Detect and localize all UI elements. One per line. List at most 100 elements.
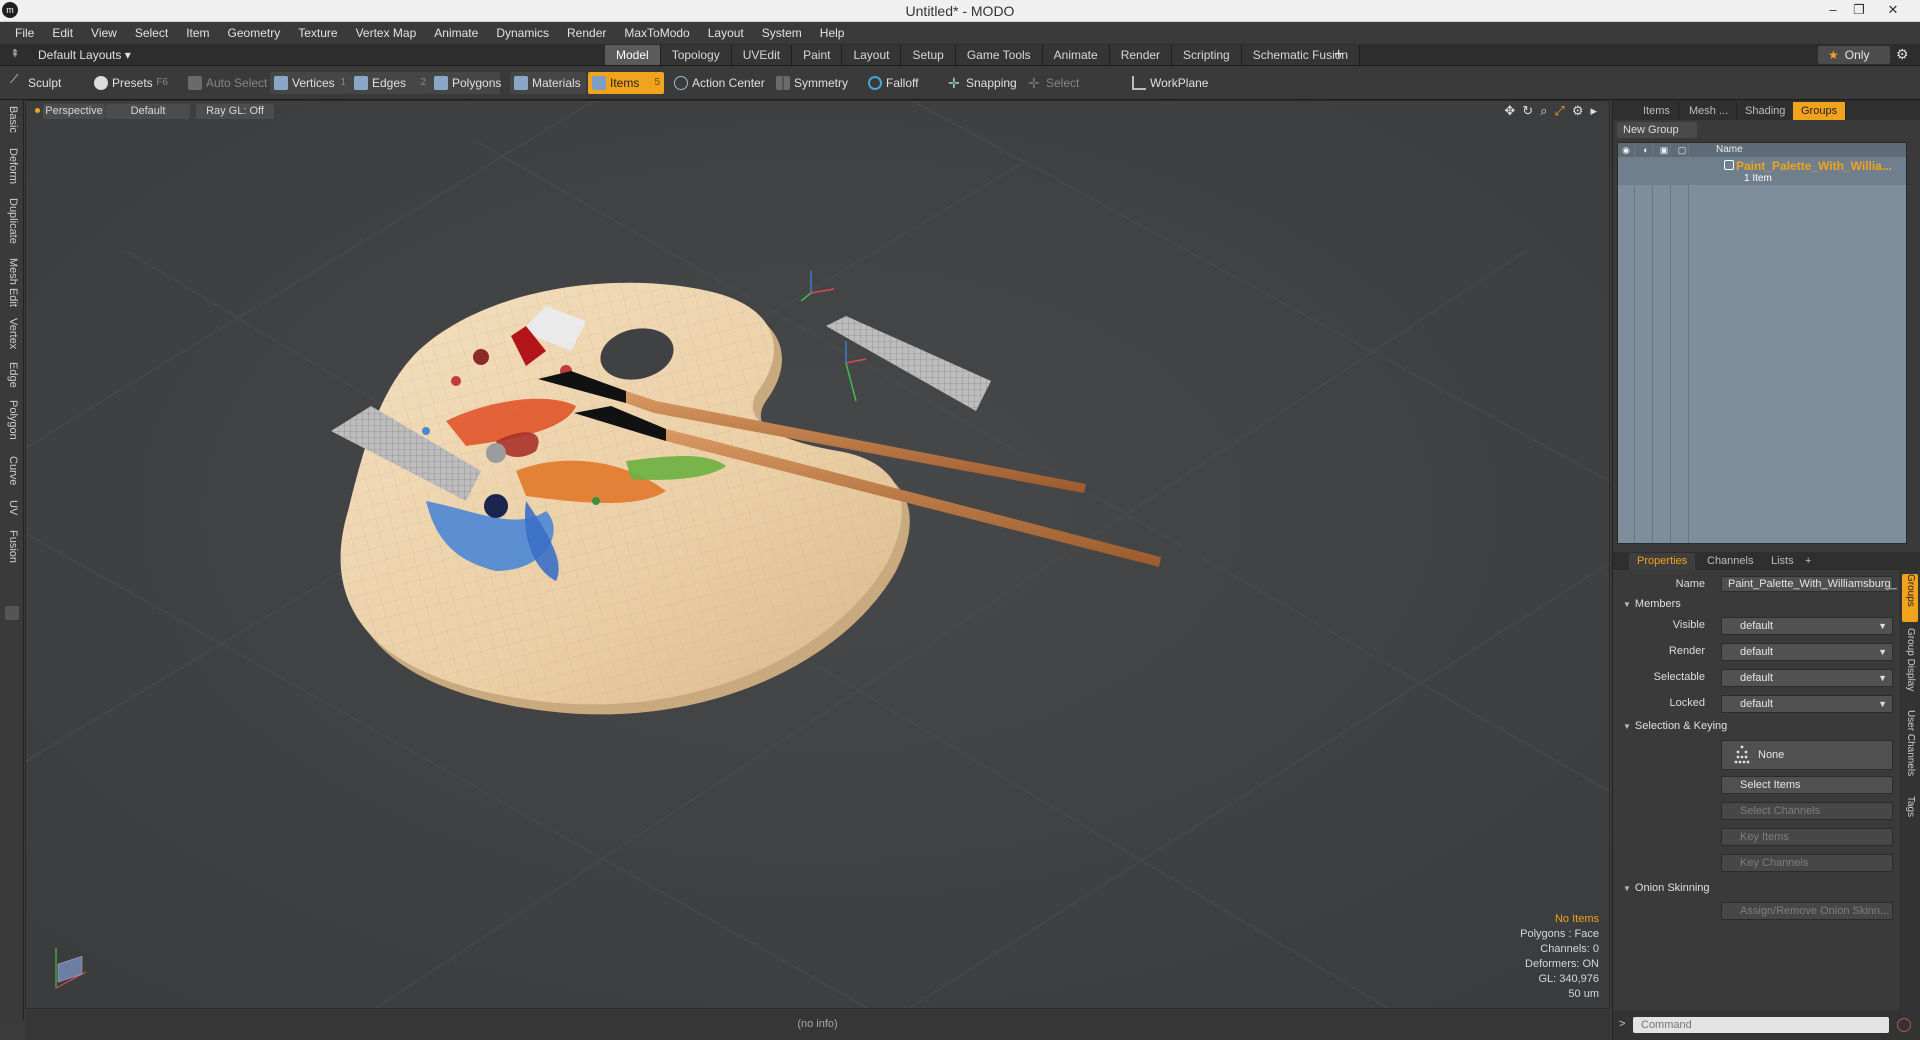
- shading-dropdown[interactable]: Default: [106, 104, 190, 119]
- tab-mesh[interactable]: Mesh ...: [1681, 102, 1738, 120]
- new-group-button[interactable]: New Group: [1617, 122, 1697, 138]
- falloff-button[interactable]: Falloff: [864, 72, 940, 94]
- viewport-settings-icon[interactable]: ⚙: [1572, 103, 1584, 119]
- assign-onion-skin-button[interactable]: Assign/Remove Onion Skinn...: [1721, 902, 1893, 920]
- lock-icon: ▢: [1677, 145, 1687, 155]
- pan-icon[interactable]: ✥: [1504, 103, 1515, 119]
- auto-select-button[interactable]: Auto Select: [184, 72, 268, 94]
- group-list[interactable]: ◉ ◐ ▣ ▢ Name Paint_Palette_With_Willia..…: [1617, 142, 1907, 544]
- command-input[interactable]: [1633, 1017, 1889, 1033]
- menu-animate[interactable]: Animate: [425, 22, 487, 44]
- select-channels-button[interactable]: Select Channels: [1721, 802, 1893, 820]
- 3d-viewport[interactable]: Perspective Default Ray GL: Off ✥ ↻ ⌕ ⤢ …: [25, 100, 1610, 1009]
- record-icon[interactable]: [1897, 1018, 1911, 1032]
- vertices-button[interactable]: Vertices 1: [270, 72, 350, 94]
- tab-scripting[interactable]: Scripting: [1172, 45, 1242, 65]
- view-type-dropdown[interactable]: Perspective: [43, 104, 105, 119]
- tab-animate[interactable]: Animate: [1042, 45, 1110, 65]
- menu-render[interactable]: Render: [558, 22, 615, 44]
- menu-view[interactable]: View: [82, 22, 126, 44]
- menu-geometry[interactable]: Geometry: [219, 22, 290, 44]
- tab-shading[interactable]: Shading: [1737, 102, 1795, 120]
- tab-channels[interactable]: Channels: [1699, 553, 1761, 570]
- layout-switch-icon[interactable]: ⇞: [8, 47, 22, 61]
- restore-button[interactable]: ❐: [1846, 1, 1872, 21]
- menu-edit[interactable]: Edit: [43, 22, 82, 44]
- group-row[interactable]: Paint_Palette_With_Willia... 1 Item: [1618, 157, 1906, 185]
- tab-game-tools[interactable]: Game Tools: [955, 45, 1043, 65]
- selectable-select[interactable]: default ▼: [1721, 669, 1893, 687]
- group-list-header: ◉ ◐ ▣ ▢ Name: [1618, 143, 1906, 157]
- rotate-icon[interactable]: ↻: [1522, 103, 1533, 119]
- menu-system[interactable]: System: [753, 22, 811, 44]
- workplane-button[interactable]: WorkPlane: [1128, 72, 1212, 94]
- tab-model[interactable]: Model: [605, 45, 661, 65]
- action-center-button[interactable]: Action Center: [670, 72, 770, 94]
- gear-icon[interactable]: ⚙: [1896, 46, 1909, 63]
- menu-vertex-map[interactable]: Vertex Map: [347, 22, 426, 44]
- minimize-button[interactable]: –: [1820, 1, 1846, 21]
- onion-skinning-section[interactable]: ▼ Onion Skinning: [1623, 882, 1710, 894]
- selection-keying-section[interactable]: ▼ Selection & Keying: [1623, 720, 1727, 732]
- tab-lists[interactable]: Lists: [1763, 553, 1802, 570]
- presets-button[interactable]: Presets F6: [90, 72, 172, 94]
- polygons-button[interactable]: Polygons: [430, 72, 501, 94]
- add-prop-tab-button[interactable]: +: [1797, 553, 1819, 570]
- window-title: Untitled* - MODO: [905, 3, 1015, 19]
- add-tab-button[interactable]: +: [1334, 44, 1343, 66]
- panel-toggle-button[interactable]: [5, 606, 19, 620]
- members-section[interactable]: ▼ Members: [1623, 598, 1681, 610]
- items-button[interactable]: Items 5: [588, 72, 664, 94]
- select-through-icon: ✛: [1028, 75, 1040, 91]
- default-layouts-dropdown[interactable]: Default Layouts ▾: [38, 48, 131, 62]
- menu-texture[interactable]: Texture: [289, 22, 346, 44]
- edges-label: Edges: [372, 76, 407, 90]
- tab-properties[interactable]: Properties: [1629, 553, 1696, 570]
- maximize-icon[interactable]: ⤢: [1554, 103, 1564, 119]
- expand-arrow-icon[interactable]: ▸: [1590, 103, 1597, 119]
- tab-groups[interactable]: Groups: [1793, 102, 1847, 120]
- only-toggle[interactable]: ★ Only: [1818, 46, 1890, 64]
- viewport-header: Perspective Default Ray GL: Off ✥ ↻ ⌕ ⤢ …: [26, 101, 1609, 121]
- none-selector-button[interactable]: None: [1721, 740, 1893, 770]
- tab-topology[interactable]: Topology: [660, 45, 732, 65]
- select-items-button[interactable]: Select Items: [1721, 776, 1893, 794]
- render-select[interactable]: default ▼: [1721, 643, 1893, 661]
- locked-label: Locked: [1669, 697, 1705, 709]
- visible-select[interactable]: default ▼: [1721, 617, 1893, 635]
- collapse-icon: ▼: [1623, 722, 1631, 731]
- menu-file[interactable]: File: [6, 22, 43, 44]
- key-items-button[interactable]: Key Items: [1721, 828, 1893, 846]
- materials-button[interactable]: Materials: [510, 72, 586, 94]
- tab-uvedit[interactable]: UVEdit: [731, 45, 793, 65]
- vtab-deform-label: Deform: [7, 148, 19, 185]
- locked-select[interactable]: default ▼: [1721, 695, 1893, 713]
- side-tab-groups[interactable]: Groups: [1902, 574, 1918, 622]
- render-label: Render: [1668, 645, 1705, 657]
- edges-button[interactable]: Edges 2: [350, 72, 430, 94]
- column-divider: [1688, 143, 1689, 543]
- menu-dynamics[interactable]: Dynamics: [487, 22, 558, 44]
- close-button[interactable]: ✕: [1880, 1, 1906, 21]
- viewport-nav-icons: ✥ ↻ ⌕ ⤢ ⚙ ▸: [1504, 103, 1597, 119]
- tab-render[interactable]: Render: [1109, 45, 1173, 65]
- tab-layout[interactable]: Layout: [842, 45, 902, 65]
- tab-setup[interactable]: Setup: [901, 45, 956, 65]
- menu-item[interactable]: Item: [177, 22, 218, 44]
- menu-layout[interactable]: Layout: [699, 22, 753, 44]
- tab-paint[interactable]: Paint: [792, 45, 843, 65]
- sculpt-button[interactable]: ⟋ Sculpt: [6, 72, 86, 94]
- snapping-button[interactable]: ✛ Snapping: [944, 72, 1026, 94]
- main-toolbar: ⟋ Sculpt Presets F6 Auto Select Vertices…: [0, 66, 1920, 112]
- menu-select[interactable]: Select: [126, 22, 177, 44]
- viewport-menu-dot[interactable]: [35, 108, 40, 113]
- zoom-icon[interactable]: ⌕: [1540, 103, 1547, 119]
- raygl-toggle[interactable]: Ray GL: Off: [196, 104, 274, 119]
- key-channels-button[interactable]: Key Channels: [1721, 854, 1893, 872]
- tab-items[interactable]: Items: [1635, 102, 1679, 120]
- menu-maxtomodo[interactable]: MaxToModo: [615, 22, 698, 44]
- group-name-field[interactable]: Paint_Palette_With_Williamsburg_: [1721, 576, 1897, 592]
- select-through-button[interactable]: ✛ Select Through: [1024, 72, 1124, 112]
- menu-help[interactable]: Help: [811, 22, 854, 44]
- symmetry-button[interactable]: Symmetry: [772, 72, 856, 94]
